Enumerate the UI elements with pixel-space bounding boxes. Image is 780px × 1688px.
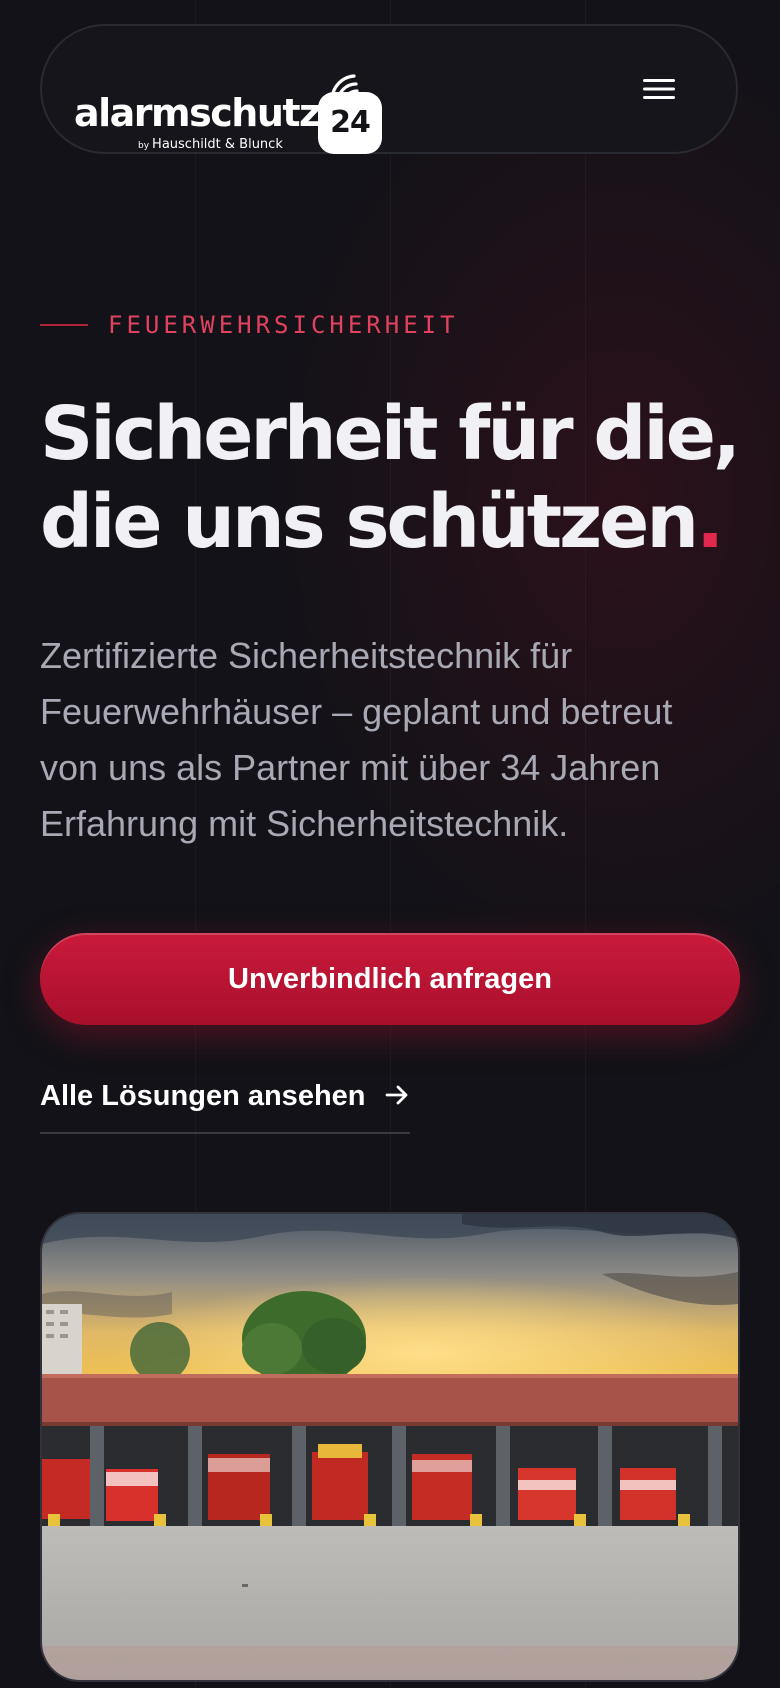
hamburger-menu-icon xyxy=(643,79,675,99)
headline-accent-dot: . xyxy=(696,479,724,565)
fire-station-illustration xyxy=(42,1214,738,1680)
arrow-right-icon xyxy=(385,1085,407,1105)
logo-by: by xyxy=(138,141,150,151)
eyebrow-line xyxy=(40,324,88,326)
all-solutions-link[interactable]: Alle Lösungen ansehen xyxy=(40,1074,410,1134)
hero-lead-text: Zertifizierte Sicherheitstechnik für Feu… xyxy=(40,635,673,844)
page: alarmschutz 24 by Hauschildt & Blunck FEU… xyxy=(0,0,780,1688)
all-solutions-link-label: Alle Lösungen ansehen xyxy=(40,1080,366,1112)
request-quote-button[interactable]: Unverbindlich anfragen xyxy=(40,933,740,1025)
menu-button[interactable] xyxy=(634,64,684,114)
logo-tagline-text: Hauschildt & Blunck xyxy=(152,137,283,152)
eyebrow-text: FEUERWEHRSICHERHEIT xyxy=(108,311,459,339)
site-header: alarmschutz 24 by Hauschildt & Blunck xyxy=(40,24,738,154)
section-eyebrow: FEUERWEHRSICHERHEIT xyxy=(40,310,459,340)
logo-badge: 24 xyxy=(318,92,382,154)
headline-line-2: die uns schützen xyxy=(40,479,699,565)
brand-logo[interactable]: alarmschutz 24 by Hauschildt & Blunck xyxy=(74,50,384,154)
headline-line-1: Sicherheit für die, xyxy=(40,391,741,477)
hero-headline: Sicherheit für die, die uns schützen. xyxy=(40,390,741,566)
logo-wordmark: alarmschutz xyxy=(74,91,321,135)
fire-station-image xyxy=(40,1212,740,1682)
logo-tagline: by Hauschildt & Blunck xyxy=(138,138,283,151)
